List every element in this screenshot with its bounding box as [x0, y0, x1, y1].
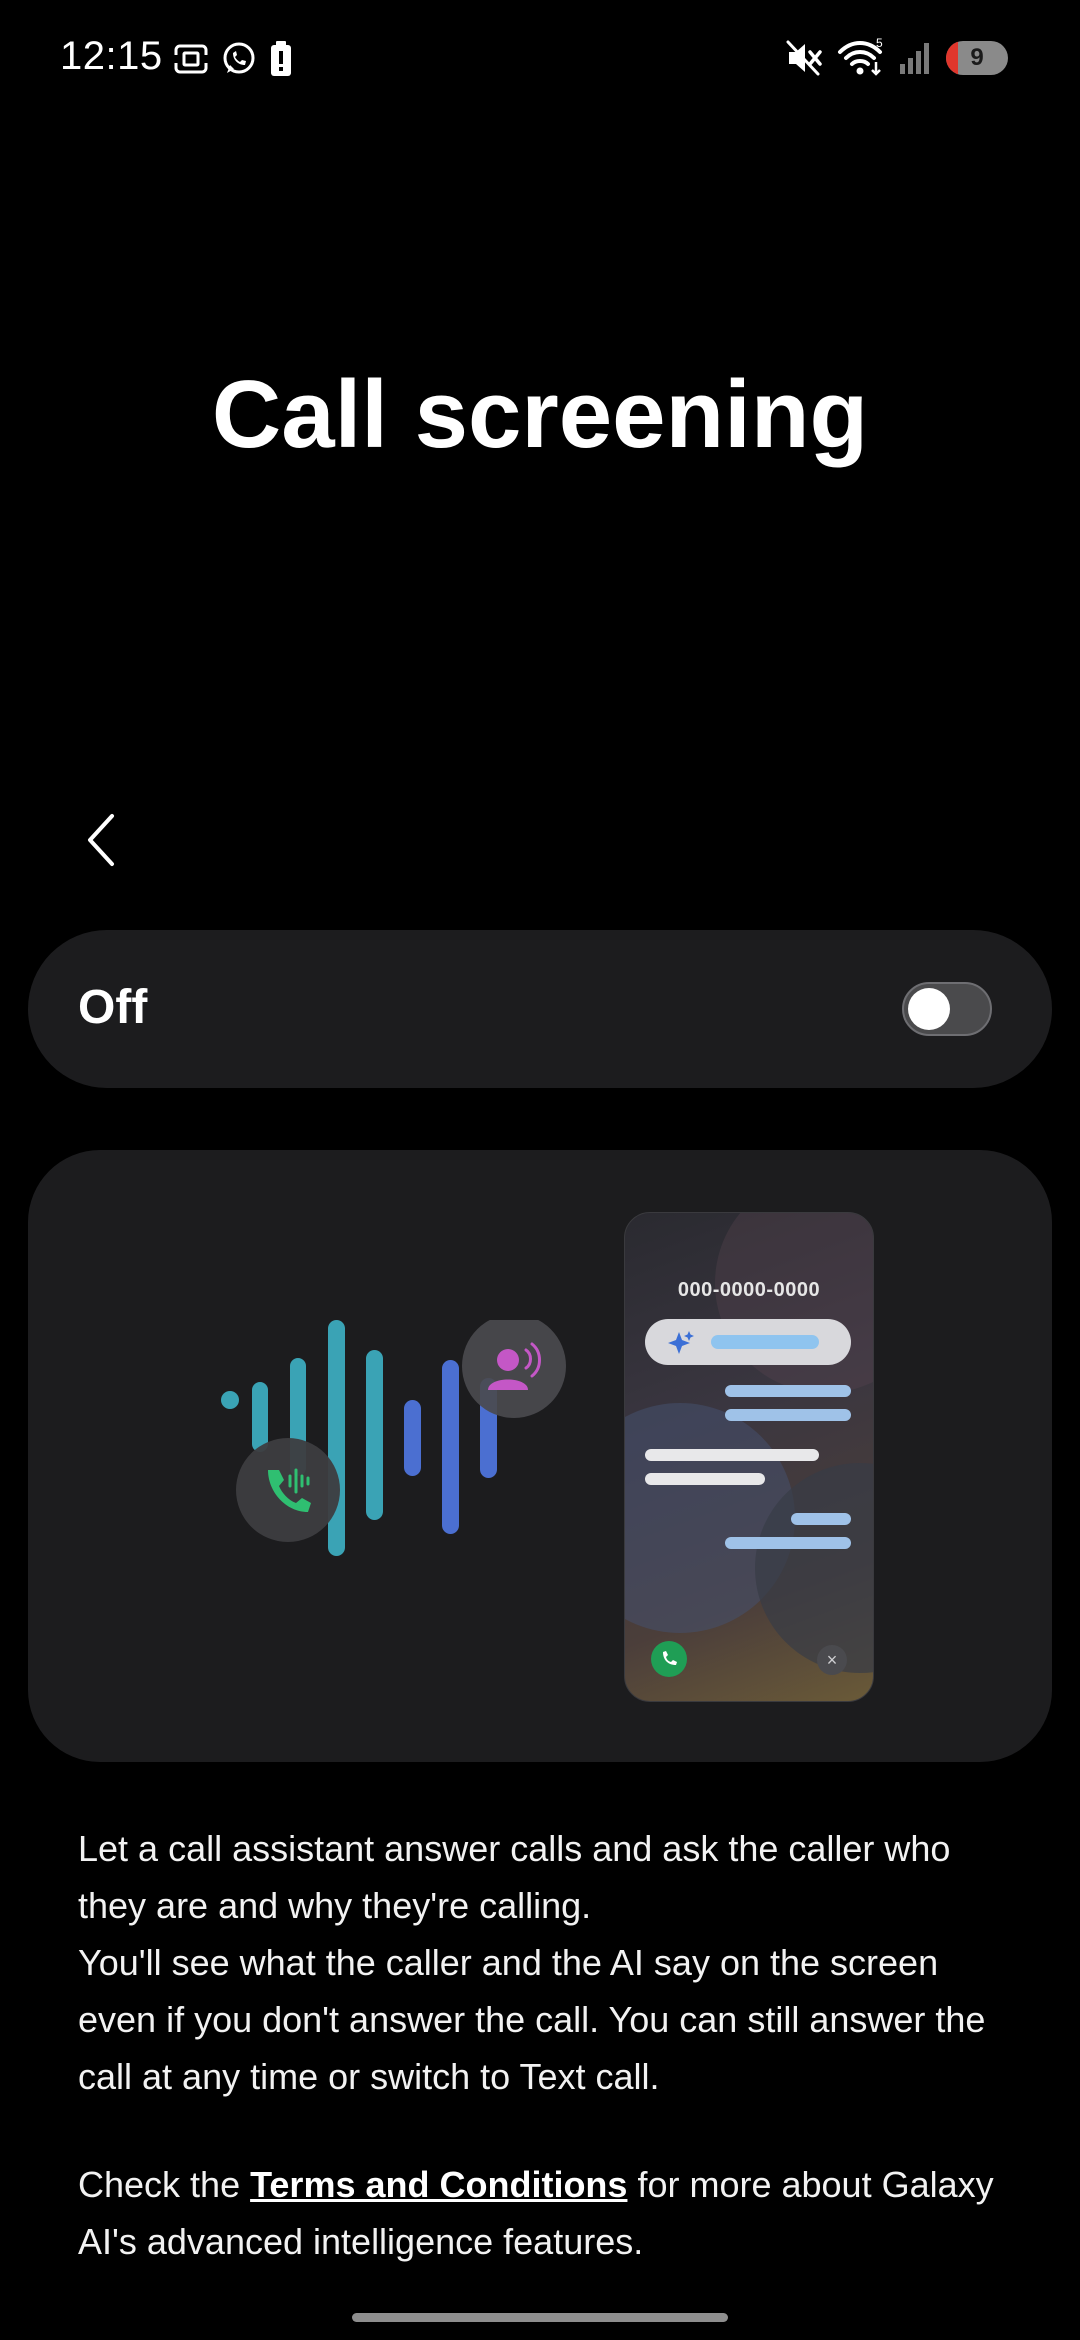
signal-icon — [900, 43, 929, 74]
feature-description: Let a call assistant answer calls and as… — [78, 1820, 1018, 2105]
back-button[interactable] — [68, 802, 132, 878]
wifi-icon: 5 — [838, 38, 883, 76]
page-title: Call screening — [211, 361, 869, 468]
description-paragraph-2: You'll see what the caller and the AI sa… — [78, 1942, 986, 2097]
status-left-icons — [172, 38, 294, 80]
battery-level: 9 — [970, 44, 984, 71]
preview-phone-number: 000-0000-0000 — [677, 1279, 821, 1301]
phone-wave-icon — [236, 1438, 340, 1542]
decline-call-icon: × — [817, 1645, 847, 1675]
call-screening-switch[interactable] — [902, 982, 992, 1036]
illustration-card: 000-0000-0000 × — [28, 1150, 1052, 1762]
accept-call-icon — [651, 1641, 687, 1677]
chevron-left-icon — [88, 814, 114, 866]
phone-preview: 000-0000-0000 × — [624, 1212, 874, 1702]
voice-wave-illustration — [221, 1320, 566, 1556]
status-right-icons: 5 9 — [784, 36, 1008, 80]
battery-indicator: 9 — [946, 41, 1008, 75]
ai-pill-text-placeholder — [711, 1335, 819, 1349]
ai-assistant-pill — [645, 1319, 851, 1365]
whatsapp-icon — [223, 42, 255, 74]
description-paragraph-1: Let a call assistant answer calls and as… — [78, 1828, 951, 1926]
message-line — [645, 1449, 819, 1461]
status-bar: 12:15 5 9 — [0, 0, 1080, 120]
terms-and-conditions-link[interactable]: Terms and Conditions — [250, 2164, 627, 2205]
terms-prefix: Check the — [78, 2164, 251, 2205]
message-line — [725, 1537, 851, 1549]
toggle-label: Off — [78, 981, 148, 1034]
message-line — [791, 1513, 851, 1525]
mute-icon — [786, 40, 822, 76]
message-line — [725, 1385, 851, 1397]
wifi-label: 5 — [876, 38, 883, 50]
toggle-knob — [908, 988, 950, 1030]
phone-bg-blob — [715, 1213, 873, 1393]
status-time: 12:15 — [60, 34, 163, 78]
home-indicator[interactable] — [352, 2313, 728, 2322]
screenshot-icon — [174, 44, 208, 74]
person-speaking-icon — [462, 1320, 566, 1418]
message-line — [645, 1473, 765, 1485]
master-toggle-row[interactable]: Off — [28, 930, 1052, 1088]
ai-sparkle-icon — [668, 1331, 694, 1354]
terms-text: Check the Terms and Conditions for more … — [78, 2156, 1018, 2270]
message-line — [725, 1409, 851, 1421]
battery-alert-icon — [271, 41, 291, 76]
